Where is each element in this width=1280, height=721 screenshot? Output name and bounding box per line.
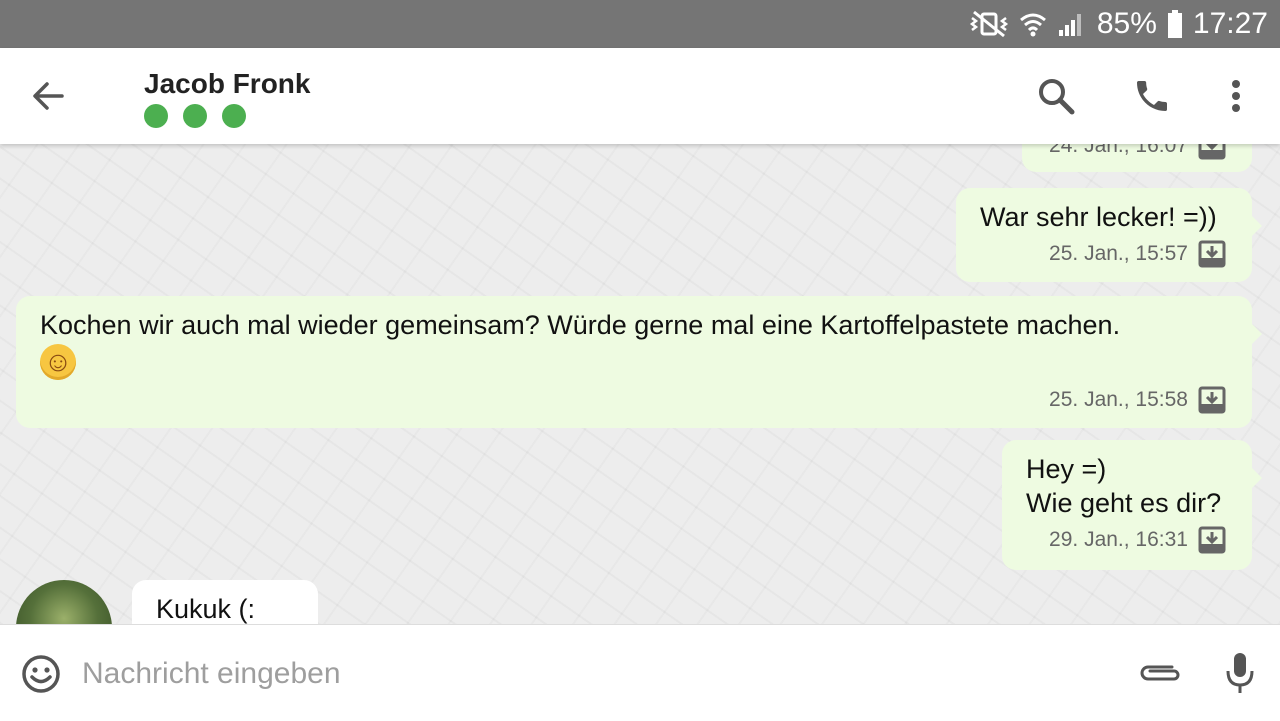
message-bubble-incoming[interactable]: Kukuk (:: [132, 580, 318, 624]
message-text: Hey =) Wie geht es dir?: [1026, 452, 1221, 520]
delivered-icon: [1198, 144, 1226, 160]
arrow-back-icon: [33, 82, 64, 110]
contact-name[interactable]: Jacob Fronk: [144, 68, 310, 100]
message-meta: 24. Jan., 16:07: [1049, 144, 1226, 160]
message-line: Hey =): [1026, 454, 1107, 484]
message-meta: 25. Jan., 15:57: [1049, 240, 1226, 268]
emoji-button[interactable]: [20, 653, 62, 695]
message-timestamp: 25. Jan., 15:58: [1049, 388, 1188, 411]
message-text: War sehr lecker! =)): [980, 202, 1217, 232]
status-dots: [144, 104, 246, 128]
message-bubble[interactable]: War sehr lecker! =)) 25. Jan., 15:57: [956, 188, 1262, 282]
phone-icon: [1137, 81, 1167, 111]
message-bubble[interactable]: Kochen wir auch mal wieder gemeinsam? Wü…: [16, 296, 1262, 428]
signal-icon: [1058, 14, 1081, 36]
bubble-tail: [1250, 214, 1262, 238]
delivered-icon: [1198, 386, 1226, 414]
status-dot: [183, 104, 207, 128]
status-dot: [222, 104, 246, 128]
delivered-icon: [1198, 240, 1226, 268]
message-text: Kukuk (:: [156, 594, 256, 624]
message-bubble[interactable]: Hey =) Wie geht es dir? 29. Jan., 16:31: [1002, 440, 1262, 570]
search-button[interactable]: [1032, 72, 1080, 120]
bubble-tail: [1250, 322, 1262, 346]
bubble-tail: [1250, 466, 1262, 490]
status-dot: [144, 104, 168, 128]
message-timestamp: 24. Jan., 16:07: [1049, 144, 1188, 157]
back-button[interactable]: [22, 72, 74, 120]
chat-header: Jacob Fronk: [0, 48, 1280, 144]
message-bubble[interactable]: 24. Jan., 16:07: [1022, 144, 1252, 172]
message-input[interactable]: [80, 649, 1104, 699]
battery-percent: 85%: [1096, 7, 1157, 40]
vibrate-mute-icon: [969, 10, 1008, 38]
clock: 17:27: [1192, 7, 1268, 40]
battery-icon: [1167, 10, 1182, 38]
paperclip-icon: [1140, 665, 1180, 681]
microphone-icon: [1226, 653, 1254, 693]
message-timestamp: 29. Jan., 16:31: [1049, 528, 1188, 551]
contact-avatar[interactable]: [16, 580, 112, 624]
message-line: Wie geht es dir?: [1026, 488, 1222, 518]
message-meta: 25. Jan., 15:58: [1049, 386, 1226, 414]
smiling-emoji-icon: ☺: [40, 344, 76, 380]
search-icon: [1039, 79, 1075, 115]
wifi-icon: [1019, 13, 1046, 37]
overflow-menu-button[interactable]: [1212, 72, 1260, 120]
message-text: Kochen wir auch mal wieder gemeinsam? Wü…: [40, 310, 1121, 340]
message-timestamp: 25. Jan., 15:57: [1049, 242, 1188, 265]
message-list[interactable]: 24. Jan., 16:07 War sehr lecker! =)) 25.…: [0, 144, 1280, 624]
composer: [0, 624, 1280, 721]
delivered-icon: [1198, 526, 1226, 554]
status-bar: 85% 17:27: [0, 0, 1280, 48]
more-vertical-icon: [1232, 80, 1240, 112]
message-meta: 29. Jan., 16:31: [1049, 526, 1226, 554]
emoji-icon: [22, 655, 60, 693]
call-button[interactable]: [1128, 72, 1176, 120]
status-icons: [969, 9, 1085, 39]
voice-message-button[interactable]: [1218, 649, 1262, 697]
attach-button[interactable]: [1138, 651, 1182, 695]
